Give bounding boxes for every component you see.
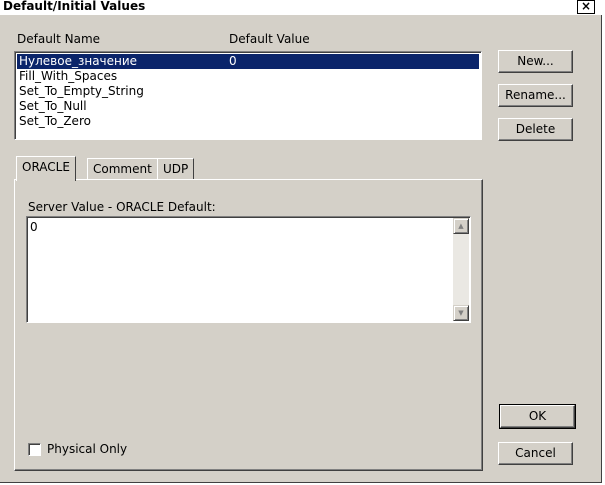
server-value-textarea[interactable]: 0 ▲ ▼ [26,216,471,323]
list-item[interactable]: Fill_With_Spaces [17,69,479,84]
list-item[interactable]: Set_To_Empty_String [17,84,479,99]
list-item-name: Set_To_Empty_String [19,84,144,98]
ok-button-label: OK [528,409,547,423]
cancel-button[interactable]: Cancel [498,442,573,465]
list-item-name: Нулевое_значение [19,54,138,68]
physical-only-checkbox[interactable] [28,443,41,456]
arrow-down-icon: ▼ [458,309,464,317]
close-button[interactable]: × [577,0,595,14]
delete-button-label: Delete [515,122,556,136]
textarea-scrollbar[interactable]: ▲ ▼ [453,218,469,321]
tab-comment-label: Comment [93,162,152,176]
tab-oracle-label: ORACLE [22,160,70,174]
list-item-name: Set_To_Zero [19,114,91,128]
list-item-value: 0 [229,54,237,68]
scroll-up-button[interactable]: ▲ [453,218,469,234]
dialog-window: Default/Initial Values × Default Name De… [0,0,602,483]
scroll-down-button[interactable]: ▼ [453,305,469,321]
tab-comment[interactable]: Comment [87,158,158,180]
defaults-listbox[interactable]: Нулевое_значение 0 Fill_With_Spaces Set_… [14,51,482,140]
list-item-name: Set_To_Null [19,99,87,113]
physical-only-label[interactable]: Physical Only [47,442,127,456]
tab-udp[interactable]: UDP [157,158,195,180]
delete-button[interactable]: Delete [498,118,573,141]
server-value-text: 0 [30,220,38,234]
ok-button[interactable]: OK [499,404,576,429]
tab-oracle[interactable]: ORACLE [16,156,76,181]
title-bar: Default/Initial Values × [0,0,602,15]
new-button-label: New... [517,54,554,68]
default-value-header: Default Value [229,32,310,46]
rename-button[interactable]: Rename... [498,84,573,107]
list-item-name: Fill_With_Spaces [19,69,118,83]
arrow-up-icon: ▲ [458,222,464,230]
close-icon: × [580,0,592,13]
default-name-header: Default Name [17,32,101,46]
rename-button-label: Rename... [505,88,566,102]
list-item[interactable]: Нулевое_значение 0 [17,54,479,69]
new-button[interactable]: New... [498,50,573,73]
server-value-label: Server Value - ORACLE Default: [28,200,216,214]
window-title: Default/Initial Values [3,0,146,13]
tab-udp-label: UDP [163,162,189,176]
list-item[interactable]: Set_To_Zero [17,114,479,129]
list-item[interactable]: Set_To_Null [17,99,479,114]
cancel-button-label: Cancel [515,446,556,460]
